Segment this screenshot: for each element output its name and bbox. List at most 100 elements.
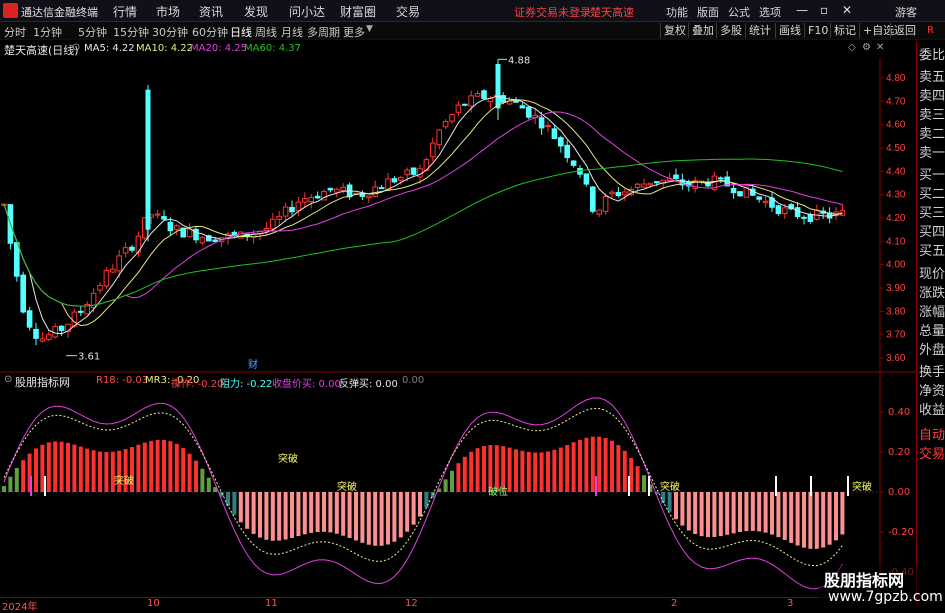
indicator-bar [392, 492, 397, 542]
candle-body [238, 231, 244, 239]
indicator-bar [520, 450, 525, 492]
indicator-bar [840, 492, 845, 535]
sidebar-item[interactable]: 卖一 [919, 142, 945, 161]
indicator-bar [482, 445, 486, 492]
candle-body [775, 205, 782, 215]
indicator-bar [814, 492, 819, 549]
candle-body [468, 95, 474, 107]
sidebar-item[interactable]: 买四 [919, 221, 945, 240]
signal-tick [847, 476, 849, 496]
sidebar-item[interactable]: 买一 [919, 164, 945, 183]
indicator-bar [66, 442, 70, 492]
indicator-bar [776, 492, 781, 538]
indicator-bar [283, 492, 288, 540]
candle-body [622, 191, 628, 196]
indicator-line-mr3 [3, 408, 843, 567]
sidebar-marker: R [927, 25, 934, 36]
candle-body [481, 90, 487, 99]
candle-body [33, 328, 39, 339]
sidebar-item[interactable]: 总量 [919, 320, 945, 339]
sidebar-item[interactable]: 委比 [919, 44, 945, 63]
indicator-bar [603, 437, 608, 492]
indicator-bar [309, 492, 314, 533]
indicator-bar [238, 492, 243, 523]
sidebar-item[interactable]: 涨幅 [919, 301, 945, 320]
indicator-bar [834, 492, 838, 541]
candle-body [270, 218, 276, 230]
ma20-line [3, 111, 843, 307]
signal-tick [648, 476, 650, 496]
watermark-name: 股朋指标网 [824, 571, 905, 590]
sidebar-item[interactable]: 外盘 [919, 339, 945, 358]
candle-body [314, 195, 321, 199]
indicator-bar [341, 492, 346, 536]
candle-body [58, 325, 65, 331]
candle-body [538, 117, 545, 129]
indicator-bar [571, 442, 576, 492]
indicator-bar [206, 477, 211, 492]
indicator-bar [366, 492, 371, 545]
signal-tick [775, 476, 777, 496]
candle-body [366, 195, 372, 199]
indicator-bar [738, 492, 742, 533]
sidebar-item[interactable]: 卖二 [919, 123, 945, 142]
indicator-bar [514, 449, 518, 492]
sidebar-item[interactable]: 涨跌 [919, 282, 945, 301]
sidebar-item[interactable]: 卖四 [919, 85, 945, 104]
candle-body [276, 215, 282, 220]
sidebar-item[interactable]: 卖三 [919, 104, 945, 123]
candle-body [641, 183, 647, 188]
auto-trade-button[interactable]: 自动 [919, 424, 945, 443]
candle-body [570, 160, 577, 166]
price-tick-label: 4.80 [886, 73, 906, 84]
candle-body [289, 206, 295, 213]
indicator-tick-label: 0.00 [888, 487, 910, 498]
candle-body [20, 274, 26, 313]
indicator-bar [680, 492, 685, 526]
indicator-bar [469, 451, 474, 492]
candle-body [372, 186, 378, 197]
indicator-bar [507, 447, 512, 492]
trade-button[interactable]: 交易 [919, 443, 945, 462]
indicator-bar [232, 492, 237, 515]
sidebar-item[interactable]: 收益 [919, 399, 945, 418]
sidebar-item[interactable]: 现价 [919, 263, 945, 282]
candle-body [404, 169, 410, 176]
indicator-bar [405, 492, 410, 532]
chart-canvas[interactable]: 4.80 4.70 4.60 4.50 4.40 4.30 4.20 4.10 4.00 3.90… [0, 0, 916, 597]
indicator-bar [699, 492, 704, 537]
candle-body [308, 196, 314, 203]
candle-body [526, 106, 532, 118]
indicator-bar [258, 492, 262, 538]
candle-body [193, 228, 199, 241]
signal-label: 突破 [278, 452, 298, 465]
sidebar-item[interactable]: 卖五 [919, 66, 945, 85]
indicator-bar [533, 452, 538, 492]
price-tick-label: 4.50 [886, 143, 906, 154]
price-tick-label: 4.60 [886, 120, 906, 131]
indicator-bar [757, 492, 762, 532]
indicator-bar [21, 460, 26, 492]
sidebar-item[interactable]: 买三 [919, 202, 945, 221]
indicator-bar [162, 439, 166, 492]
indicator-bar [245, 492, 250, 529]
price-tick-label: 4.70 [886, 96, 906, 107]
sidebar-item[interactable]: 买二 [919, 183, 945, 202]
candle-body [39, 338, 46, 342]
indicator-bar [610, 440, 614, 492]
indicator-bar [270, 492, 275, 541]
candle-body [116, 255, 123, 272]
indicator-bar [251, 492, 256, 534]
candle-body [186, 228, 193, 238]
candle-body [430, 142, 436, 158]
candle-body [103, 269, 110, 287]
sidebar-item[interactable]: 换手 [919, 361, 945, 380]
signal-tick [30, 476, 32, 496]
indicator-bar [142, 442, 147, 492]
candle-body [462, 103, 468, 106]
indicator-bar [290, 492, 294, 538]
candle-body [46, 334, 52, 340]
sidebar-item[interactable]: 买五 [919, 240, 945, 259]
sidebar-item[interactable]: 净资 [919, 380, 945, 399]
candle-body [199, 237, 206, 244]
